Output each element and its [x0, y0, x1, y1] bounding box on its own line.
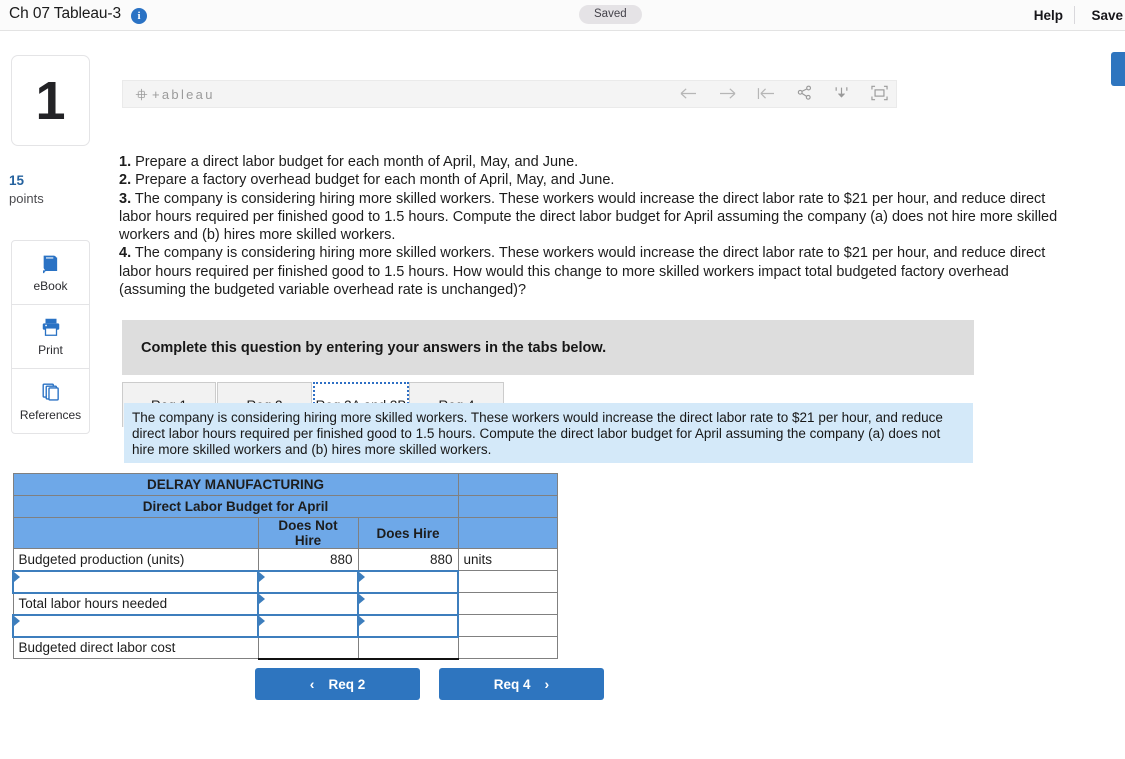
- table-row: Budgeted direct labor cost: [12, 636, 558, 660]
- prev-requirement-label: Req 2: [328, 676, 366, 692]
- chevron-right-icon: ›: [544, 676, 550, 692]
- dropdown-triangle-icon: [359, 593, 365, 604]
- row-label-total-labor-hours: Total labor hours needed: [12, 592, 259, 615]
- requirement-4-text: The company is considering hiring more s…: [119, 245, 1046, 299]
- table-subtitle: Direct Labor Budget for April: [12, 495, 459, 518]
- requirement-3-number: 3.: [119, 190, 132, 207]
- requirement-2: 2. Prepare a factory overhead budget for…: [119, 171, 1064, 189]
- cell-row2-unit: [457, 570, 558, 593]
- dropdown-triangle-icon: [259, 615, 265, 626]
- requirement-3: 3. The company is considering hiring mor…: [119, 190, 1064, 245]
- cell-budgeted-production-unit: units: [457, 548, 558, 571]
- ebook-button[interactable]: eBook: [12, 241, 89, 305]
- prev-requirement-button[interactable]: ‹ Req 2: [255, 668, 420, 700]
- dropdown-triangle-icon: [14, 615, 20, 626]
- table-subtitle-spacer: [457, 495, 558, 518]
- copy-pages-icon: [40, 381, 62, 403]
- question-requirements: 1. Prepare a direct labor budget for eac…: [119, 153, 1064, 299]
- table-row: Budgeted production (units) 880 880 unit…: [12, 548, 558, 571]
- table-row: Total labor hours needed: [12, 591, 558, 616]
- requirement-4: 4. The company is considering hiring mor…: [119, 244, 1064, 299]
- input-row4-does-hire[interactable]: [357, 613, 459, 638]
- requirement-4-number: 4.: [119, 245, 132, 262]
- question-number: 1: [35, 70, 66, 131]
- input-row2-does-not-hire[interactable]: [257, 569, 359, 594]
- column-header-blank: [12, 517, 259, 549]
- column-header-unit: [457, 517, 558, 549]
- tableau-toolbar: +ableau: [122, 80, 897, 108]
- input-row2-label[interactable]: [12, 569, 259, 594]
- next-requirement-label: Req 4: [493, 676, 531, 692]
- next-requirement-button[interactable]: Req 4 ›: [439, 668, 604, 700]
- cell-budgeted-production-does-hire: 880: [357, 548, 459, 571]
- ebook-label: eBook: [33, 279, 68, 293]
- status-badge: Saved: [579, 5, 642, 24]
- tableau-mark-icon: [135, 88, 148, 101]
- table-title-spacer: [457, 473, 558, 496]
- requirement-1-number: 1.: [119, 154, 132, 170]
- save-button[interactable]: Save: [1091, 8, 1123, 23]
- points-label: points: [9, 191, 44, 206]
- input-row4-does-not-hire[interactable]: [257, 613, 359, 638]
- requirement-callout: The company is considering hiring more s…: [124, 403, 973, 463]
- help-button[interactable]: Help: [1034, 8, 1063, 23]
- column-header-does-not-hire: Does Not Hire: [257, 517, 359, 549]
- dropdown-triangle-icon: [359, 615, 365, 626]
- cell-budgeted-direct-labor-cost-unit: [457, 636, 558, 659]
- printer-icon: [40, 316, 62, 338]
- references-label: References: [19, 407, 82, 422]
- row-label-budgeted-direct-labor-cost: Budgeted direct labor cost: [12, 636, 259, 659]
- requirement-3-text: The company is considering hiring more s…: [119, 190, 1058, 244]
- table-title-row: DELRAY MANUFACTURING: [12, 473, 558, 496]
- requirement-1-text: Prepare a direct labor budget for each m…: [131, 154, 579, 170]
- forward-arrow-icon[interactable]: [718, 86, 737, 101]
- revert-all-icon[interactable]: [757, 86, 776, 101]
- requirement-2-text: Prepare a factory overhead budget for ea…: [131, 172, 615, 189]
- fullscreen-icon[interactable]: [870, 85, 889, 101]
- requirement-2-number: 2.: [119, 172, 132, 189]
- book-icon: [40, 252, 62, 274]
- table-row: [12, 613, 558, 638]
- cell-budgeted-direct-labor-cost-does-not-hire[interactable]: [257, 636, 359, 660]
- instruction-band: Complete this question by entering your …: [122, 320, 974, 375]
- input-row4-label[interactable]: [12, 613, 259, 638]
- requirement-1: 1. Prepare a direct labor budget for eac…: [119, 153, 1064, 171]
- tableau-logo-text: +ableau: [152, 87, 215, 102]
- info-icon[interactable]: i: [131, 8, 147, 24]
- direct-labor-budget-table: DELRAY MANUFACTURING Direct Labor Budget…: [12, 473, 558, 660]
- table-subtitle-row: Direct Labor Budget for April: [12, 495, 558, 518]
- row-label-budgeted-production: Budgeted production (units): [12, 548, 259, 571]
- table-company-title: DELRAY MANUFACTURING: [12, 473, 459, 496]
- page-title: Ch 07 Tableau-3: [9, 5, 121, 22]
- top-bar: [0, 0, 1125, 31]
- question-number-box: 1: [11, 55, 90, 146]
- table-row: [12, 569, 558, 594]
- download-icon[interactable]: [833, 85, 850, 101]
- points-value: 15: [9, 173, 25, 188]
- instruction-text: Complete this question by entering your …: [141, 339, 607, 356]
- cell-budgeted-production-does-not-hire: 880: [257, 548, 359, 571]
- chevron-left-icon: ‹: [309, 676, 315, 692]
- column-header-does-hire: Does Hire: [357, 517, 459, 549]
- print-button[interactable]: Print: [12, 305, 89, 369]
- references-button[interactable]: References: [12, 369, 89, 433]
- input-total-labor-hours-does-hire[interactable]: [357, 591, 459, 616]
- tableau-toolbar-icons: [679, 85, 889, 101]
- tableau-logo: +ableau: [135, 87, 215, 102]
- dropdown-triangle-icon: [259, 593, 265, 604]
- tool-group: eBook Print References: [11, 240, 90, 434]
- back-arrow-icon[interactable]: [679, 86, 698, 101]
- dropdown-triangle-icon: [14, 571, 20, 582]
- input-total-labor-hours-does-not-hire[interactable]: [257, 591, 359, 616]
- cell-row4-unit: [457, 614, 558, 637]
- input-row2-does-hire[interactable]: [357, 569, 459, 594]
- cell-total-labor-hours-unit: [457, 592, 558, 615]
- dropdown-triangle-icon: [259, 571, 265, 582]
- cell-budgeted-direct-labor-cost-does-hire[interactable]: [357, 636, 459, 660]
- table-header-row: Does Not Hire Does Hire: [12, 517, 558, 549]
- print-label: Print: [38, 343, 63, 357]
- dropdown-triangle-icon: [359, 571, 365, 582]
- topbar-divider: [1074, 6, 1075, 24]
- share-icon[interactable]: [796, 85, 813, 101]
